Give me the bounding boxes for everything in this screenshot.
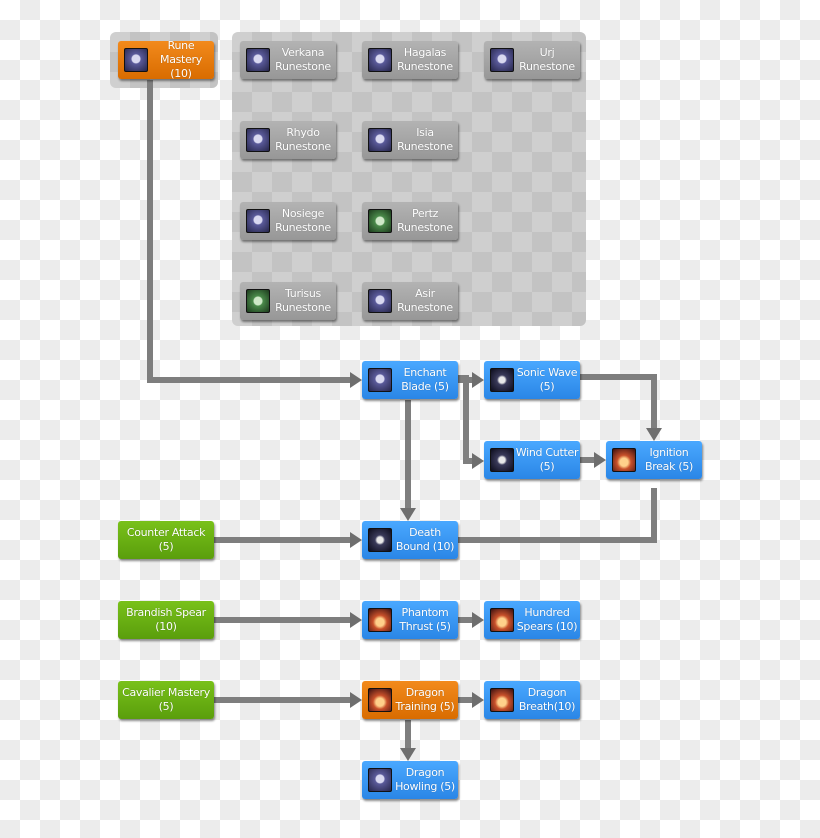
node-hundred-spears[interactable]: Hundred Spears (10)	[484, 601, 580, 639]
node-ignition-break[interactable]: Ignition Break (5)	[606, 441, 702, 479]
breath-icon	[490, 688, 514, 712]
node-verkana-runestone[interactable]: Verkana Runestone	[240, 41, 336, 79]
node-enchant-blade[interactable]: Enchant Blade (5)	[362, 361, 458, 399]
spear-icon	[368, 608, 392, 632]
node-wind-cutter[interactable]: Wind Cutter (5)	[484, 441, 580, 479]
node-dragon-training[interactable]: Dragon Training (5)	[362, 681, 458, 719]
spears-icon	[490, 608, 514, 632]
runestone-icon	[368, 48, 392, 72]
node-asir-runestone[interactable]: Asir Runestone	[362, 282, 458, 320]
node-cavalier-mastery[interactable]: Cavalier Mastery (5)	[118, 681, 214, 719]
runestone-icon	[490, 48, 514, 72]
connector-enchant-wind	[458, 375, 474, 464]
runestone-icon	[246, 209, 270, 233]
node-sonic-wave[interactable]: Sonic Wave (5)	[484, 361, 580, 399]
node-rune-mastery[interactable]: Rune Mastery (10)	[118, 39, 214, 80]
runestone-icon	[246, 128, 270, 152]
runestone-icon	[246, 289, 270, 313]
node-rhydo-runestone[interactable]: Rhydo Runestone	[240, 121, 336, 159]
node-brandish-spear[interactable]: Brandish Spear (10)	[118, 601, 214, 639]
howl-icon	[368, 768, 392, 792]
wind-icon	[490, 448, 514, 472]
node-hagalas-runestone[interactable]: Hagalas Runestone	[362, 41, 458, 79]
node-counter-attack[interactable]: Counter Attack (5)	[118, 521, 214, 559]
runestone-icon	[246, 48, 270, 72]
wave-icon	[490, 368, 514, 392]
runestone-icon	[368, 209, 392, 233]
node-phantom-thrust[interactable]: Phantom Thrust (5)	[362, 601, 458, 639]
fire-icon	[612, 448, 636, 472]
node-isia-runestone[interactable]: Isia Runestone	[362, 121, 458, 159]
blade-icon	[368, 368, 392, 392]
node-nosiege-runestone[interactable]: Nosiege Runestone	[240, 202, 336, 240]
star-icon	[368, 528, 392, 552]
node-dragon-breath[interactable]: Dragon Breath(10)	[484, 681, 580, 719]
dragon-icon	[368, 688, 392, 712]
node-pertz-runestone[interactable]: Pertz Runestone	[362, 202, 458, 240]
node-dragon-howling[interactable]: Dragon Howling (5)	[362, 761, 458, 799]
rune-icon	[124, 48, 148, 72]
connector-death-ignition	[458, 488, 657, 543]
node-turisus-runestone[interactable]: Turisus Runestone	[240, 282, 336, 320]
connector-sonic-ignition	[580, 374, 657, 430]
node-death-bound[interactable]: Death Bound (10)	[362, 521, 458, 559]
runestone-icon	[368, 289, 392, 313]
runestone-icon	[368, 128, 392, 152]
node-urj-runestone[interactable]: Urj Runestone	[484, 41, 580, 79]
